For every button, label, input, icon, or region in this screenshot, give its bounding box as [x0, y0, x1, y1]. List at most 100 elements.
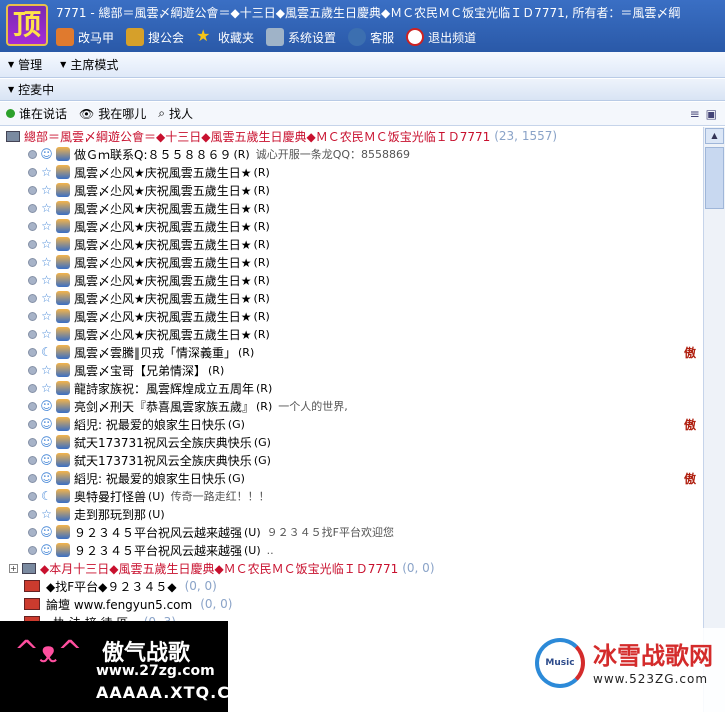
member-role: (R) — [253, 309, 270, 323]
host-mode-menu[interactable]: ▼ 主席模式 — [60, 56, 118, 73]
mic-status-icon — [28, 311, 37, 321]
member-flag: 傲 — [684, 418, 697, 432]
member-row[interactable]: ☆ 風雲〆尐风★庆祝風雲五歲生日★ (R) — [0, 253, 703, 271]
member-name: 風雲〆尐风★庆祝風雲五歲生日★ — [74, 165, 252, 180]
user-avatar-icon — [56, 435, 70, 449]
member-row[interactable]: ☺ 亮剑〆刑天『恭喜風雲家族五歲』 (R) 一个人的世界, — [0, 397, 703, 415]
member-row[interactable]: ☆ 風雲〆尐风★庆祝風雲五歲生日★ (R) — [0, 271, 703, 289]
star-badge-icon: ☆ — [41, 255, 52, 269]
member-row[interactable]: ☺ ９２３４５平台祝风云越来越强 (U) ９２３４５找F平台欢迎您 — [0, 523, 703, 541]
member-name: 風雲〆尐风★庆祝風雲五歲生日★ — [74, 309, 252, 324]
subchannel-row[interactable]: ◆找F平台◆９２３４５◆ (0, 0) — [0, 577, 703, 595]
member-row[interactable]: ☆ 風雲〆尐风★庆祝風雲五歲生日★ (R) — [0, 289, 703, 307]
member-role: (R) — [238, 345, 255, 359]
cat-logo-icon: ^ᴥ^ — [14, 635, 83, 670]
channel-title: ◆本月十三日◆風雲五歲生日慶典◆ＭＣ农民ＭＣ饭宝光临ＩＤ7771 — [40, 561, 399, 576]
user-avatar-icon — [56, 309, 70, 323]
member-role: (R) — [233, 147, 250, 161]
subchannel-count: (0, 0) — [200, 597, 233, 611]
search-guild-button[interactable]: 搜公会 — [126, 28, 184, 46]
member-role: (R) — [253, 237, 270, 251]
member-name: ９２３４５平台祝风云越来越强 — [74, 543, 243, 558]
scroll-up-icon[interactable]: ▲ — [705, 128, 724, 144]
member-row[interactable]: ☺ 縚児: 祝最爱的娘家生日快乐 (G) 傲 — [0, 469, 703, 487]
member-row[interactable]: ☆ 風雲〆尐风★庆祝風雲五歲生日★ (R) — [0, 325, 703, 343]
mic-status-icon — [28, 383, 37, 393]
tab-find-person[interactable]: ⌕ 找人 — [158, 105, 193, 122]
system-settings-button[interactable]: 系统设置 — [266, 28, 336, 46]
member-role: (R) — [253, 183, 270, 197]
chevron-down-icon: ▼ — [60, 60, 67, 69]
member-signature: 传奇一路走红！！！ — [170, 490, 270, 503]
member-signature: 一个人的世界, — [278, 400, 348, 413]
member-role: (R) — [256, 381, 273, 395]
change-vest-button[interactable]: 改马甲 — [56, 28, 114, 46]
subchannel-count: (0, 0) — [184, 579, 217, 593]
user-avatar-icon — [56, 291, 70, 305]
app-logo: 顶 — [6, 4, 48, 46]
user-avatar-icon — [56, 525, 70, 539]
star-badge-icon: ☆ — [41, 309, 52, 323]
subchannel-row[interactable]: 論壇 www.fengyun5.com (0, 0) — [0, 595, 703, 613]
member-row[interactable]: ☆ 風雲〆尐风★庆祝風雲五歲生日★ (R) — [0, 217, 703, 235]
user-avatar-icon — [56, 273, 70, 287]
member-row[interactable]: ☆ 風雲〆尐风★庆祝風雲五歲生日★ (R) — [0, 199, 703, 217]
member-role: (U) — [244, 543, 261, 557]
smiley-badge-icon: ☺ — [40, 435, 53, 449]
member-row[interactable]: ☆ 風雲〆尐风★庆祝風雲五歲生日★ (R) — [0, 307, 703, 325]
member-row[interactable]: ☆ 風雲〆宝哥【兄弟情深】 (R) — [0, 361, 703, 379]
support-button[interactable]: 客服 — [348, 28, 394, 46]
star-badge-icon: ☆ — [41, 183, 52, 197]
member-row[interactable]: ☆ 走到那玩到那 (U) — [0, 505, 703, 523]
member-name: 風雲〆雲騰‖贝戎「情深義重」 — [74, 345, 237, 360]
expand-icon[interactable]: + — [9, 563, 18, 573]
exit-channel-button[interactable]: 退出频道 — [406, 28, 476, 46]
member-name: 奥特曼打怪兽 — [74, 489, 147, 504]
user-avatar-icon — [56, 417, 70, 431]
user-avatar-icon — [56, 399, 70, 413]
member-row[interactable]: ☆ 風雲〆尐风★庆祝風雲五歲生日★ (R) — [0, 235, 703, 253]
member-row[interactable]: ☺ 弑天173731祝风云全族庆典快乐 (G) — [0, 433, 703, 451]
mic-status-icon — [28, 491, 37, 501]
member-name: 弑天173731祝风云全族庆典快乐 — [74, 435, 252, 450]
moon-badge-icon: ☾ — [41, 489, 52, 503]
member-row[interactable]: ☺ 縚児: 祝最爱的娘家生日快乐 (G) 傲 — [0, 415, 703, 433]
member-row[interactable]: ☺ 弑天173731祝风云全族庆典快乐 (G) — [0, 451, 703, 469]
user-avatar-icon — [56, 345, 70, 359]
lock-icon[interactable]: ▣ — [706, 107, 717, 121]
member-name: 風雲〆尐风★庆祝風雲五歲生日★ — [74, 327, 252, 342]
mic-status-icon — [28, 293, 37, 303]
user-avatar-icon — [56, 543, 70, 557]
member-row[interactable]: ☾ 風雲〆雲騰‖贝戎「情深義重」 (R) 傲 — [0, 343, 703, 361]
member-role: (R) — [256, 399, 273, 413]
member-row[interactable]: ☺ ９２３４５平台祝风云越来越强 (U).. — [0, 541, 703, 559]
mic-control-bar: ▼ 控麦中 — [0, 79, 725, 101]
member-signature: 诚心开服一条龙QQ：8558869 — [255, 148, 411, 161]
sort-icon[interactable]: ≡ — [690, 107, 700, 121]
channel-icon — [6, 130, 20, 142]
favorites-button[interactable]: ★ 收藏夹 — [196, 28, 254, 46]
user-avatar-icon — [56, 363, 70, 377]
mic-control-menu[interactable]: ▼ 控麦中 — [8, 81, 54, 98]
member-row[interactable]: ☆ 龍詩家族祝：風雲辉煌成立五周年 (R) — [0, 379, 703, 397]
member-row[interactable]: ☺ 做Ｇｍ联系Q:８５５８８６９ (R) 诚心开服一条龙QQ：8558869 — [0, 145, 703, 163]
user-avatar-icon — [56, 183, 70, 197]
manage-menu[interactable]: ▼ 管理 — [8, 56, 42, 73]
user-avatar-icon — [56, 255, 70, 269]
mic-status-icon — [28, 221, 37, 231]
star-badge-icon: ☆ — [41, 237, 52, 251]
scroll-thumb[interactable] — [705, 147, 724, 209]
channel-count: (23, 1557) — [494, 129, 558, 143]
tab-where-am-i[interactable]: 👁 我在哪儿 — [79, 105, 146, 122]
channel-header-2[interactable]: + ◆本月十三日◆風雲五歲生日慶典◆ＭＣ农民ＭＣ饭宝光临ＩＤ7771 (0, 0… — [0, 559, 703, 577]
member-row[interactable]: ☾ 奥特曼打怪兽 (U) 传奇一路走红！！！ — [0, 487, 703, 505]
user-avatar-icon — [56, 165, 70, 179]
mic-status-icon — [28, 329, 37, 339]
channel-header[interactable]: 總部＝風雲〆綱遊公會＝◆十三日◆風雲五歲生日慶典◆ＭＣ农民ＭＣ饭宝光临ＩＤ777… — [0, 127, 703, 145]
vertical-scrollbar[interactable]: ▲ — [703, 127, 725, 712]
member-role: (G) — [253, 453, 271, 467]
member-role: (R) — [253, 255, 270, 269]
tab-who-talking[interactable]: 谁在说话 — [6, 105, 67, 122]
member-row[interactable]: ☆ 風雲〆尐风★庆祝風雲五歲生日★ (R) — [0, 163, 703, 181]
member-row[interactable]: ☆ 風雲〆尐风★庆祝風雲五歲生日★ (R) — [0, 181, 703, 199]
